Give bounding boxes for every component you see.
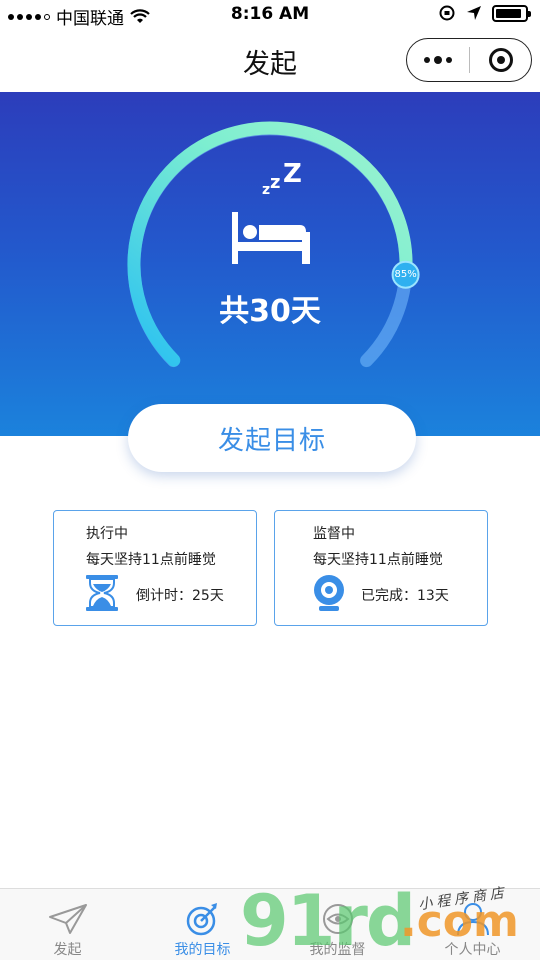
- card-status: 执行中: [86, 526, 128, 542]
- start-goal-button[interactable]: 发起目标: [128, 404, 416, 472]
- webcam-icon: [314, 575, 344, 611]
- orientation-lock-icon: [439, 5, 455, 21]
- svg-text:z: z: [270, 172, 280, 193]
- progress-percent-label: 85%: [394, 268, 417, 280]
- card-goal: 每天坚持11点前睡觉: [86, 552, 216, 568]
- tab-profile[interactable]: 个人中心: [405, 889, 540, 960]
- sleeping-bed-icon: [232, 212, 310, 264]
- navigation-bar: 发起: [0, 30, 540, 92]
- svg-text:Z: Z: [283, 159, 302, 189]
- supervising-goal-card[interactable]: 监督中 每天坚持11点前睡觉 已完成：13天: [274, 510, 488, 626]
- target-arrow-icon: [186, 903, 217, 936]
- mini-program-capsule: [406, 38, 532, 82]
- tab-my-goals[interactable]: 我的目标: [135, 889, 270, 960]
- tab-launch[interactable]: 发起: [0, 889, 135, 960]
- total-days-label: 共30天: [219, 294, 321, 329]
- paper-plane-icon: [48, 904, 87, 934]
- tab-label: 我的监督: [309, 942, 366, 958]
- executing-goal-card[interactable]: 执行中 每天坚持11点前睡觉 倒计时：25天: [53, 510, 257, 626]
- target-circle-icon[interactable]: [470, 39, 531, 81]
- status-bar: 中国联通 8:16 AM: [0, 0, 540, 30]
- tab-label: 发起: [53, 942, 82, 958]
- tab-bar: 发起 我的目标 我的监督 个人中心: [0, 888, 540, 960]
- hero-banner: z z Z 85% 共30天: [0, 92, 540, 436]
- location-icon: [467, 6, 481, 20]
- hourglass-icon: [86, 575, 118, 611]
- user-icon: [456, 903, 489, 936]
- svg-text:z: z: [262, 182, 270, 198]
- more-dots-icon[interactable]: [407, 39, 469, 81]
- tab-label: 我的目标: [174, 942, 231, 958]
- completed-label: 已完成：13天: [361, 588, 449, 604]
- countdown-label: 倒计时：25天: [136, 588, 224, 604]
- tab-my-supervision[interactable]: 我的监督: [270, 889, 405, 960]
- screen: 中国联通 8:16 AM 发起 z z Z 85% 共30天 发起目标 执行中 …: [0, 0, 540, 960]
- tab-label: 个人中心: [444, 942, 501, 958]
- card-status: 监督中: [313, 526, 355, 542]
- status-icons: [438, 4, 531, 22]
- battery-icon: [492, 4, 531, 22]
- zzz-icon: z z Z: [262, 159, 302, 198]
- card-goal: 每天坚持11点前睡觉: [313, 552, 443, 568]
- eye-icon: [322, 904, 353, 934]
- progress-dial: z z Z: [127, 121, 420, 368]
